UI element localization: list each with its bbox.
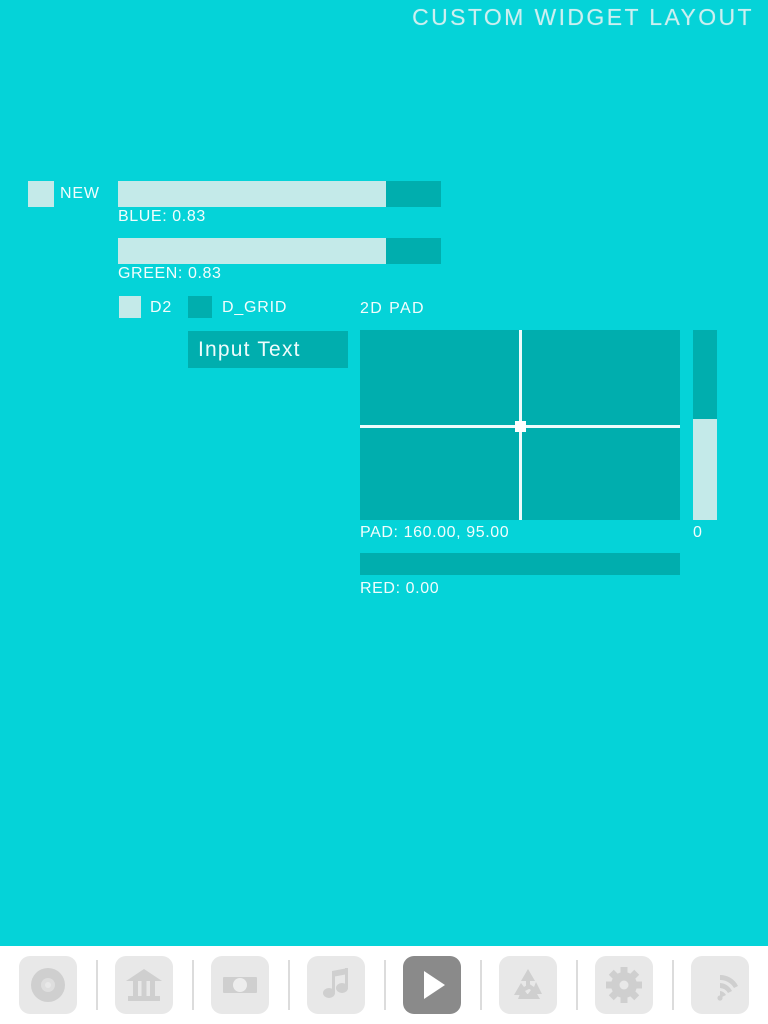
- toolbar-cell-play[interactable]: [384, 946, 480, 1024]
- toolbar-cell-disc[interactable]: [0, 946, 96, 1024]
- green-slider-label: GREEN: 0.83: [118, 265, 222, 282]
- new-toggle[interactable]: NEW: [28, 181, 108, 207]
- pad-value-label: PAD: 160.00, 95.00: [360, 524, 510, 541]
- d-grid-checkbox-label: D_GRID: [222, 299, 288, 316]
- vertical-slider-label: 0: [693, 524, 703, 541]
- blue-slider-label: BLUE: 0.83: [118, 208, 206, 225]
- vertical-slider-fill: [693, 419, 717, 520]
- text-input[interactable]: Input Text: [188, 331, 348, 368]
- gear-icon: [606, 967, 642, 1003]
- disc-icon: [31, 968, 65, 1002]
- green-slider[interactable]: [118, 238, 441, 264]
- play-icon: [424, 971, 445, 999]
- play-button[interactable]: [403, 956, 461, 1014]
- new-toggle-label: NEW: [60, 185, 100, 202]
- toolbar-cell-money[interactable]: [192, 946, 288, 1024]
- wifi-icon: [717, 974, 738, 1001]
- bank-button[interactable]: [115, 956, 173, 1014]
- disc-button[interactable]: [19, 956, 77, 1014]
- pad-title: 2D PAD: [360, 300, 426, 317]
- pad-2d[interactable]: [360, 330, 680, 520]
- blue-slider[interactable]: [118, 181, 441, 207]
- money-icon: [223, 977, 257, 993]
- gear-button[interactable]: [595, 956, 653, 1014]
- red-slider-label: RED: 0.00: [360, 580, 440, 597]
- toolbar-cell-recycle[interactable]: [480, 946, 576, 1024]
- toolbar-cell-music[interactable]: [288, 946, 384, 1024]
- d2-checkbox[interactable]: D2: [119, 296, 179, 318]
- music-icon: [323, 968, 348, 998]
- d-grid-checkbox[interactable]: D_GRID: [188, 296, 298, 318]
- new-toggle-box[interactable]: [28, 181, 54, 207]
- vertical-slider[interactable]: [693, 330, 717, 520]
- d-grid-checkbox-box[interactable]: [188, 296, 212, 318]
- blue-slider-fill: [118, 181, 387, 207]
- d2-checkbox-box[interactable]: [119, 296, 141, 318]
- pad-handle[interactable]: [515, 421, 526, 432]
- recycle-button[interactable]: [499, 956, 557, 1014]
- wifi-button[interactable]: [691, 956, 749, 1014]
- money-button[interactable]: [211, 956, 269, 1014]
- toolbar-cell-wifi[interactable]: [672, 946, 768, 1024]
- app-canvas: CUSTOM WIDGET LAYOUT NEW BLUE: 0.83 GREE…: [0, 0, 768, 946]
- bank-icon: [126, 969, 162, 1001]
- d2-checkbox-label: D2: [150, 299, 173, 316]
- toolbar-cell-bank[interactable]: [96, 946, 192, 1024]
- page-title: CUSTOM WIDGET LAYOUT: [412, 4, 754, 30]
- green-slider-fill: [118, 238, 387, 264]
- recycle-icon: [514, 969, 542, 999]
- toolbar-cell-gear[interactable]: [576, 946, 672, 1024]
- music-button[interactable]: [307, 956, 365, 1014]
- red-slider[interactable]: [360, 553, 680, 575]
- bottom-toolbar: [0, 946, 768, 1024]
